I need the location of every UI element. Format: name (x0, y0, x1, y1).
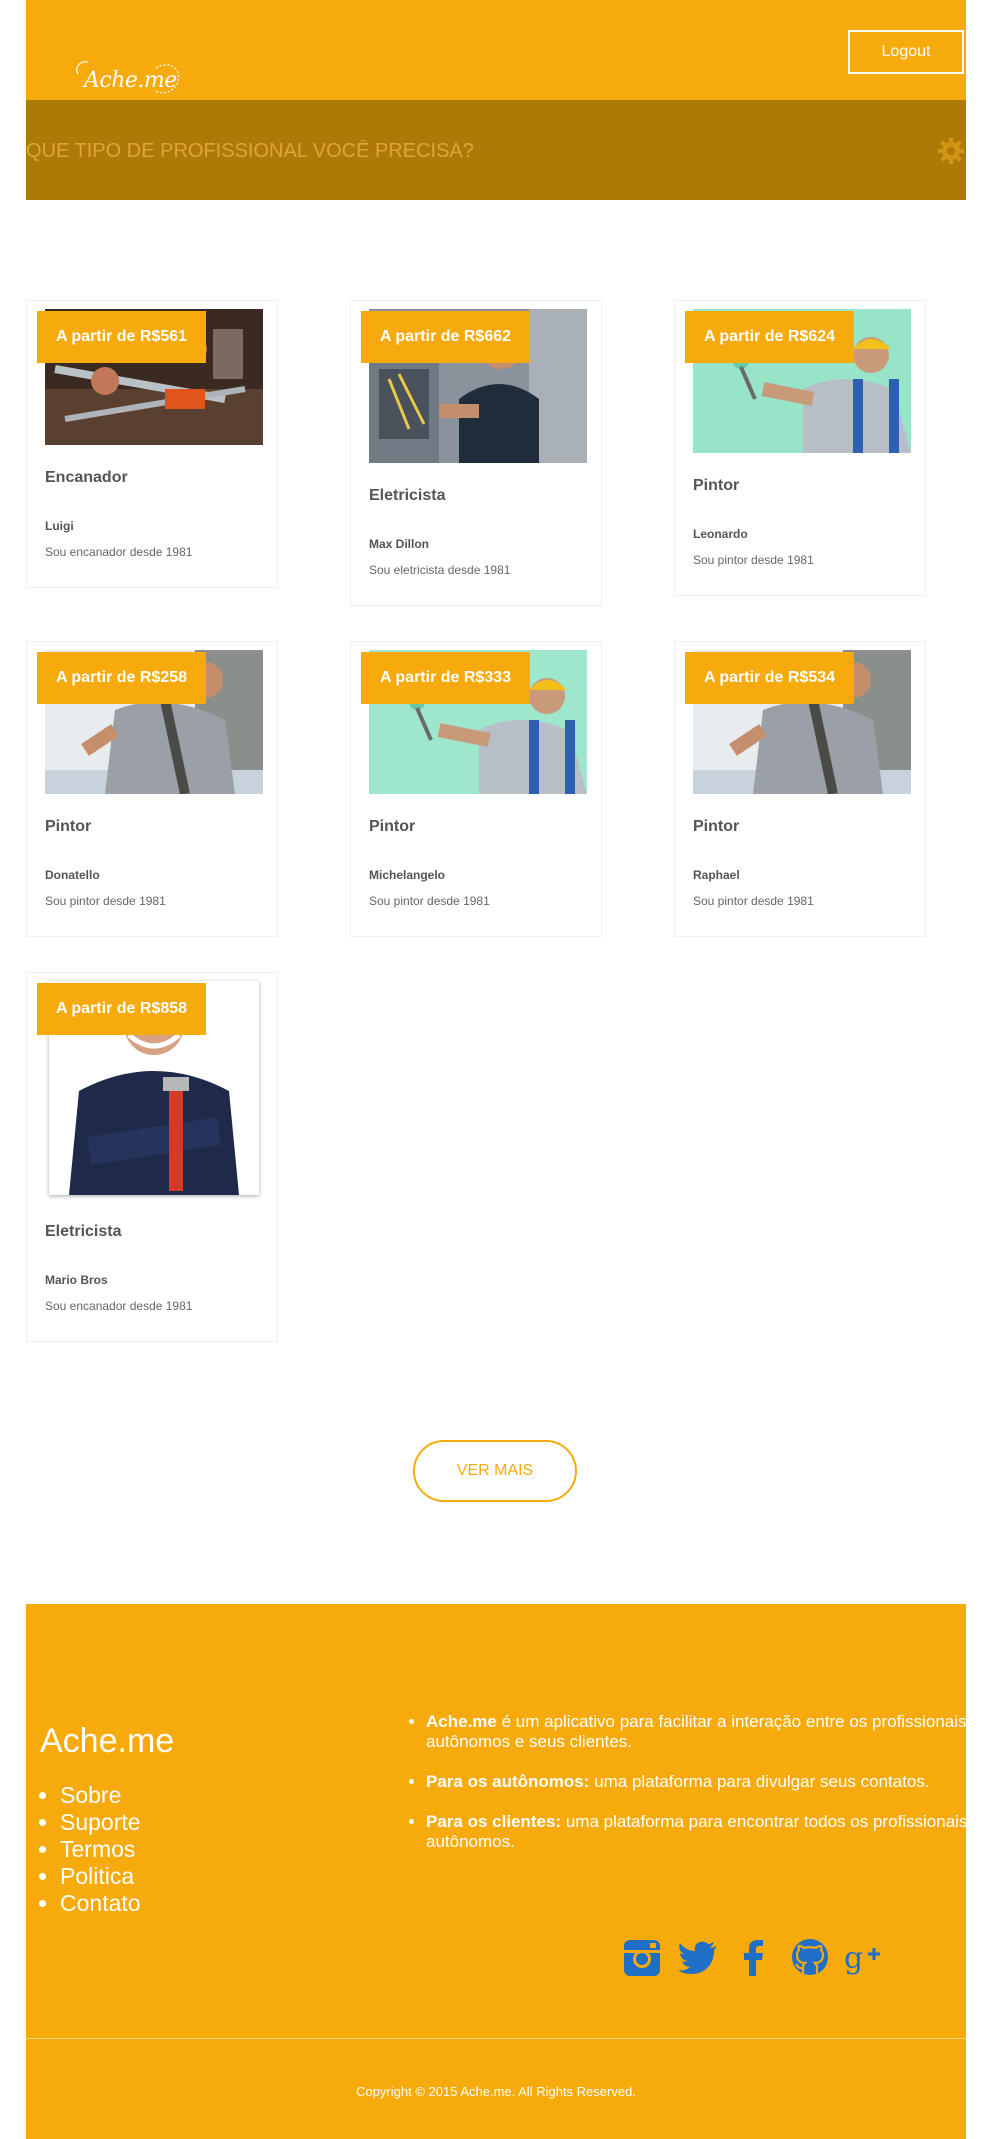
professional-card[interactable]: A partir de R$624 Pintor Leonardo Sou pi… (674, 300, 926, 596)
card-title: Pintor (369, 818, 416, 835)
header: Ache.me Logout (26, 0, 966, 100)
footer-link-sobre[interactable]: Sobre (60, 1782, 141, 1809)
footer-link-politica[interactable]: Politica (60, 1863, 141, 1890)
page: Ache.me Logout QUE TIPO DE PROFISSIONAL … (26, 0, 967, 2139)
card-desc: Sou encanador desde 1981 (45, 1299, 193, 1313)
price-badge: A partir de R$561 (37, 311, 207, 363)
footer-info-bold: Para os autônomos: (426, 1772, 590, 1791)
card-title: Pintor (693, 818, 740, 835)
price-badge: A partir de R$258 (37, 652, 207, 704)
footer-link-termos[interactable]: Termos (60, 1836, 141, 1863)
card-name: Raphael (693, 868, 740, 882)
search-bar (26, 100, 966, 200)
card-name: Michelangelo (369, 868, 446, 882)
price-badge: A partir de R$858 (37, 983, 207, 1035)
card-desc: Sou pintor desde 1981 (693, 894, 814, 908)
card-desc: Sou pintor desde 1981 (45, 894, 166, 908)
footer-divider (26, 2038, 966, 2039)
professional-card[interactable]: A partir de R$561 Encanador Luigi Sou en… (26, 300, 278, 588)
footer-info: Ache.me é um aplicativo para facilitar a… (408, 1712, 976, 1872)
google-plus-icon[interactable]: g (844, 1934, 888, 1980)
price-badge: A partir de R$662 (361, 311, 531, 363)
professional-card[interactable]: A partir de R$258 Pintor Donatello Sou p… (26, 641, 278, 937)
professional-card[interactable]: A partir de R$534 Pintor Raphael Sou pin… (674, 641, 926, 937)
card-desc: Sou encanador desde 1981 (45, 545, 193, 559)
card-name: Leonardo (693, 527, 748, 541)
instagram-icon[interactable] (620, 1934, 664, 1980)
footer-link-suporte[interactable]: Suporte (60, 1809, 141, 1836)
price-badge: A partir de R$624 (685, 311, 855, 363)
twitter-icon[interactable] (676, 1934, 720, 1980)
copyright: Copyright © 2015 Ache.me. All Rights Res… (356, 2084, 636, 2099)
price-badge: A partir de R$333 (361, 652, 531, 704)
footer-info-text: é um aplicativo para facilitar a interaç… (426, 1712, 967, 1751)
facebook-icon[interactable] (732, 1934, 776, 1980)
professional-card[interactable]: A partir de R$333 Pintor Michelangelo So… (350, 641, 602, 937)
professional-card[interactable]: A partir de R$662 Eletricista Max Dillon… (350, 300, 602, 606)
svg-text:g: g (844, 1941, 863, 1976)
footer-info-item: Ache.me é um aplicativo para facilitar a… (426, 1712, 976, 1752)
card-desc: Sou eletricista desde 1981 (369, 563, 511, 577)
footer-brand: Ache.me (40, 1722, 175, 1760)
card-desc: Sou pintor desde 1981 (693, 553, 814, 567)
card-name: Mario Bros (45, 1273, 108, 1287)
logo-text: Ache.me (84, 68, 177, 93)
gear-icon[interactable] (936, 136, 966, 166)
logout-button[interactable]: Logout (848, 30, 964, 74)
footer-info-text: uma plataforma para divulgar seus contat… (589, 1772, 930, 1791)
card-title: Pintor (693, 477, 740, 494)
footer-info-item: Para os clientes: uma plataforma para en… (426, 1812, 976, 1852)
github-icon[interactable] (788, 1934, 832, 1980)
footer-info-item: Para os autônomos: uma plataforma para d… (426, 1772, 976, 1792)
card-name: Max Dillon (369, 537, 430, 551)
professional-card[interactable]: A partir de R$858 Eletricista Mario Bros… (26, 972, 278, 1342)
card-title: Encanador (45, 469, 128, 486)
logo[interactable]: Ache.me (70, 58, 190, 100)
card-name: Donatello (45, 868, 100, 882)
card-name: Luigi (45, 519, 74, 533)
search-input[interactable] (26, 136, 846, 166)
footer-links: Sobre Suporte Termos Politica Contato (40, 1782, 141, 1917)
card-desc: Sou pintor desde 1981 (369, 894, 490, 908)
card-title: Pintor (45, 818, 92, 835)
footer-info-bold: Ache.me (426, 1712, 497, 1731)
footer: Ache.me Sobre Suporte Termos Politica Co… (26, 1604, 967, 2139)
price-badge: A partir de R$534 (685, 652, 855, 704)
ver-mais-button[interactable]: VER MAIS (413, 1440, 577, 1502)
card-title: Eletricista (369, 487, 446, 504)
footer-link-contato[interactable]: Contato (60, 1890, 141, 1917)
card-title: Eletricista (45, 1223, 122, 1240)
footer-info-bold: Para os clientes: (426, 1812, 562, 1831)
